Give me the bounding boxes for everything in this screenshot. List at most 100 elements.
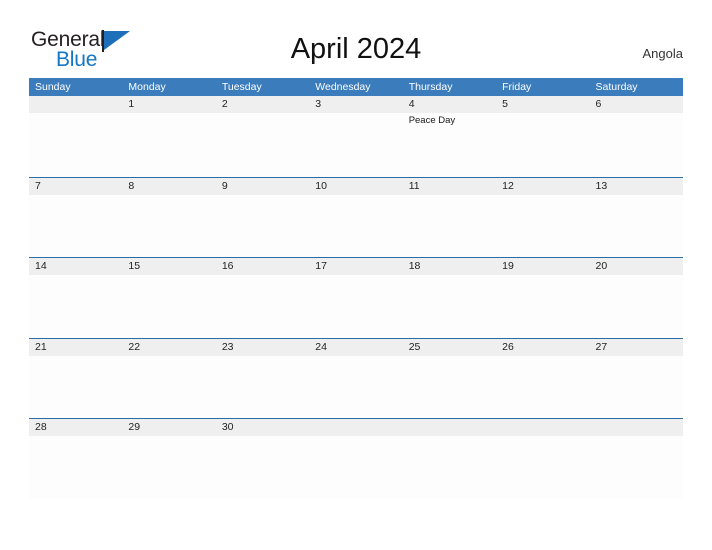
calendar-week-row: 14 15 16 17 18 19 20 (29, 257, 683, 338)
calendar-day-cell[interactable]: 16 (215, 258, 310, 338)
day-number-band (402, 96, 497, 113)
calendar-day-cell[interactable]: 5 (496, 96, 590, 177)
calendar-page: General Blue April 2024 Angola Sunday Mon… (0, 0, 712, 550)
weekday-header-wednesday: Wednesday (315, 81, 371, 93)
calendar-day-cell[interactable]: 7 (29, 177, 123, 257)
day-number: 13 (595, 179, 608, 192)
calendar-day-cell-empty (309, 419, 403, 499)
weekday-header-monday: Monday (128, 81, 166, 93)
weekday-header-saturday: Saturday (595, 81, 638, 93)
calendar-day-cell[interactable]: 6 (589, 96, 683, 177)
calendar-weeks: 1 2 3 4 Peace Day 5 6 7 8 9 10 11 12 13 14 15 16 17 18 19 20… (29, 96, 683, 499)
day-number: 16 (221, 260, 234, 272)
day-events: Peace Day (409, 114, 493, 127)
calendar-day-cell-empty (496, 419, 590, 499)
calendar-week-cells: 28 29 30 (29, 419, 683, 499)
day-number: 30 (221, 421, 234, 433)
calendar-day-cell-empty (402, 419, 497, 499)
calendar-day-cell[interactable]: 14 (29, 258, 123, 338)
calendar-day-cell[interactable]: 13 (589, 177, 683, 257)
weekday-header-row: Sunday Monday Tuesday Wednesday Thursday Frid… (29, 78, 683, 96)
day-number-band (589, 96, 683, 113)
calendar-day-cell[interactable]: 11 (402, 177, 497, 257)
calendar-day-cell[interactable]: 9 (215, 177, 310, 257)
day-number: 12 (502, 179, 514, 192)
calendar-day-cell[interactable]: 8 (122, 177, 216, 257)
day-number: 5 (502, 98, 508, 110)
weekday-header-sunday: Sunday (35, 81, 71, 93)
day-number: 23 (221, 340, 234, 353)
calendar-week-row: 7 8 9 10 11 12 13 (29, 176, 683, 257)
day-number: 25 (408, 340, 421, 353)
weekday-header-tuesday: Tuesday (221, 81, 262, 93)
calendar-day-cell[interactable]: 17 (309, 258, 403, 338)
day-number: 3 (315, 98, 322, 110)
calendar-day-cell[interactable]: 18 (402, 258, 497, 338)
page-title: April 2024 (290, 33, 422, 65)
calendar-week-row: 21 22 23 24 25 26 27 (29, 337, 683, 418)
calendar-day-cell[interactable]: 26 (496, 338, 590, 418)
day-number-band (122, 96, 216, 113)
day-number-band (215, 96, 310, 113)
calendar-day-cell[interactable]: 3 (309, 96, 403, 177)
calendar-day-cell[interactable]: 23 (215, 338, 310, 418)
day-number-band (496, 96, 590, 113)
calendar-day-cell-empty (29, 96, 123, 177)
day-number: 24 (315, 340, 327, 353)
day-number: 14 (35, 260, 47, 272)
day-number: 22 (128, 340, 141, 353)
calendar-day-cell[interactable]: 24 (309, 338, 403, 418)
day-number: 4 (408, 98, 415, 110)
calendar-day-cell[interactable]: 15 (122, 258, 216, 338)
calendar-week-row: 28 29 30 (29, 418, 683, 499)
calendar-week-cells: 21 22 23 24 25 26 27 (29, 338, 683, 418)
weekday-header-friday: Friday (502, 81, 532, 93)
calendar-day-cell[interactable]: 4 Peace Day (402, 96, 497, 177)
calendar-day-cell[interactable]: 2 (215, 96, 310, 177)
day-number: 18 (408, 260, 421, 272)
day-number-band (29, 96, 123, 113)
day-number-band (122, 177, 216, 195)
calendar-day-cell[interactable]: 30 (215, 419, 310, 499)
page-header: General Blue April 2024 Angola (0, 0, 712, 78)
calendar-week-cells: 14 15 16 17 18 19 20 (29, 258, 683, 338)
day-number: 15 (128, 260, 141, 272)
calendar-day-cell[interactable]: 12 (496, 177, 590, 257)
calendar-day-cell[interactable]: 21 (29, 338, 123, 418)
day-number: 11 (408, 179, 420, 192)
day-number: 9 (221, 179, 228, 192)
calendar-day-cell[interactable]: 1 (122, 96, 216, 177)
calendar-day-cell[interactable]: 25 (402, 338, 497, 418)
holiday-event: Peace Day (408, 115, 456, 126)
calendar-day-cell[interactable]: 10 (309, 177, 403, 257)
day-number-band (29, 177, 123, 195)
calendar-week-row: 1 2 3 4 Peace Day 5 6 (29, 96, 683, 177)
day-number-band (496, 419, 590, 436)
calendar-day-cell[interactable]: 27 (589, 338, 683, 418)
calendar-day-cell[interactable]: 29 (122, 419, 216, 499)
calendar-week-cells: 7 8 9 10 11 12 13 (29, 177, 683, 257)
calendar-grid: Sunday Monday Tuesday Wednesday Thursday Frid… (29, 78, 683, 499)
day-number: 21 (35, 340, 47, 353)
day-number: 28 (35, 421, 47, 433)
day-number: 1 (128, 98, 135, 110)
day-number-band (589, 419, 683, 436)
day-number: 2 (221, 98, 228, 110)
calendar-day-cell[interactable]: 22 (122, 338, 216, 418)
day-number: 20 (595, 260, 608, 272)
day-number-band (309, 96, 403, 113)
day-number-band (402, 419, 497, 436)
day-number: 6 (595, 98, 602, 110)
day-number: 26 (502, 340, 514, 353)
calendar-day-cell[interactable]: 19 (496, 258, 590, 338)
calendar-day-cell-empty (589, 419, 683, 499)
day-number: 17 (315, 260, 327, 272)
day-number: 10 (315, 179, 327, 192)
calendar-day-cell[interactable]: 28 (29, 419, 123, 499)
day-number: 7 (35, 179, 41, 192)
day-number-band (309, 419, 403, 436)
calendar-week-cells: 1 2 3 4 Peace Day 5 6 (29, 96, 683, 177)
day-number: 29 (128, 421, 141, 433)
day-number: 19 (502, 260, 514, 272)
calendar-day-cell[interactable]: 20 (589, 258, 683, 338)
